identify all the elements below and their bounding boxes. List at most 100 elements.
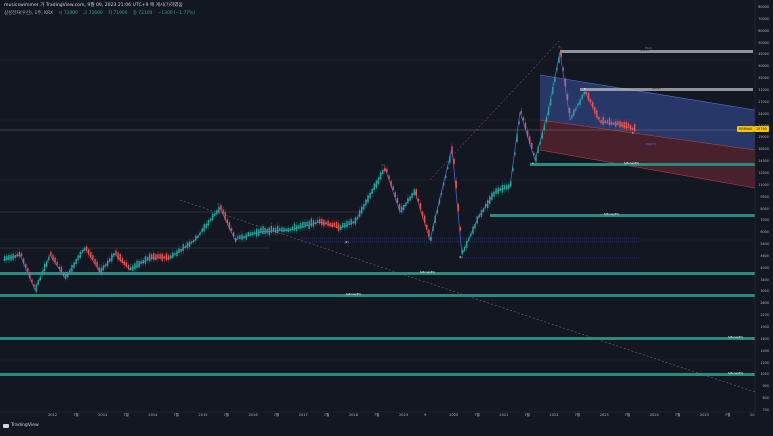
candle-body <box>440 192 443 195</box>
price-axis[interactable]: 80000 70000 60000 50000 45000 40000 35000 31000… <box>753 0 773 432</box>
candle-body <box>514 152 516 155</box>
x-tick-label: 7월 <box>123 413 129 417</box>
candle-body <box>283 227 285 233</box>
candle-body <box>543 124 546 131</box>
y-tick-label: 31000 <box>758 87 769 92</box>
x-tick-label: 7월 <box>323 413 330 417</box>
candle-body <box>459 227 462 231</box>
y-tick-label: 2600 <box>760 301 769 306</box>
candle-body <box>230 227 233 231</box>
candle-body <box>14 254 16 259</box>
candle-body <box>256 228 258 237</box>
candle-body <box>130 267 132 270</box>
candle-body <box>48 257 50 261</box>
candle-body <box>33 284 35 287</box>
candle-body <box>35 284 37 293</box>
ohlc-open: 시 72000 <box>58 11 78 16</box>
candle-body <box>505 184 508 190</box>
candle-body <box>453 158 455 164</box>
x-tick-label: 2025 <box>699 413 709 417</box>
channel-label-2: Fib(0.5) <box>646 143 656 146</box>
x-tick-label: 7월 <box>674 413 681 417</box>
symbol-name[interactable]: 삼성전자(우선), 1주, KRX <box>4 11 53 16</box>
candle-body <box>77 255 79 261</box>
candle-body <box>277 225 279 233</box>
candle-body <box>316 219 319 223</box>
y-tick-label: 35000 <box>758 76 769 81</box>
y-tick-label: 3000 <box>760 289 769 294</box>
candle-body <box>224 212 226 220</box>
candle-body <box>524 122 527 129</box>
candle-body <box>287 227 289 232</box>
candle-body <box>260 227 262 233</box>
candle-body <box>516 134 518 142</box>
candle-body <box>54 257 56 263</box>
candle-body <box>617 121 619 125</box>
candle-body <box>430 236 432 241</box>
candle-body <box>541 132 543 139</box>
wave-label-2: (2) <box>345 241 349 244</box>
candle-body <box>382 170 384 175</box>
candle-body <box>470 233 472 237</box>
candle-body <box>424 215 426 223</box>
candle-body <box>195 235 197 241</box>
candle-body <box>350 218 352 225</box>
y-tick-label: 70000 <box>758 16 769 21</box>
candle-body <box>178 248 180 253</box>
tradingview-logo[interactable]: TradingView <box>3 423 39 428</box>
candle-body <box>554 77 556 83</box>
candle-body <box>18 252 21 257</box>
x-tick-label: 7월 <box>373 413 380 417</box>
candle-body <box>193 239 195 243</box>
candle-body <box>199 232 201 236</box>
candle-body <box>115 250 117 255</box>
candle-body <box>85 246 88 252</box>
x-tick-label: 2024 <box>649 413 659 417</box>
candle-body <box>533 152 535 156</box>
zone-label-3: S/Zone(#5) <box>420 271 435 274</box>
candle-body <box>503 185 506 190</box>
candle-body <box>621 122 623 128</box>
candle-body <box>367 195 369 203</box>
candle-body <box>220 205 222 210</box>
candle-body <box>27 268 29 272</box>
candle-body <box>340 225 342 231</box>
ohlc-change: −1300 (−1.77%) <box>157 11 195 16</box>
candle-body <box>81 249 84 253</box>
zone-2 <box>490 214 755 217</box>
x-tick-label: 2015 <box>198 413 208 417</box>
candle-body <box>426 224 428 230</box>
candle-body <box>606 120 609 123</box>
candle-body <box>266 228 268 234</box>
candle-body <box>415 189 417 197</box>
candle-body <box>222 209 224 215</box>
candle-body <box>466 240 468 248</box>
candle-body <box>302 221 304 229</box>
candle-body <box>121 258 123 263</box>
candle-body <box>493 191 495 197</box>
candle-body <box>409 196 411 201</box>
candle-body <box>216 210 218 215</box>
candle-body <box>264 228 266 235</box>
candle-body <box>327 220 329 226</box>
y-tick-label: 21000 <box>758 123 769 128</box>
chart-area[interactable]: musicswimmer 가 TradingView.com, 9월 09, 2… <box>0 0 773 432</box>
y-tick-label: 45000 <box>758 52 769 57</box>
candle-body <box>361 206 363 214</box>
y-tick-label: 24000 <box>758 111 769 116</box>
x-tick-label: 2018 <box>348 413 358 417</box>
x-tick-label: 2014 <box>148 413 158 417</box>
candle-body <box>306 221 308 227</box>
candle-body <box>136 260 138 268</box>
x-tick-label: 7월 <box>223 413 230 417</box>
candle-body <box>144 256 147 264</box>
candle-body <box>151 254 153 260</box>
candle-body <box>627 123 630 128</box>
candle-body <box>109 258 111 262</box>
candle-body <box>289 228 291 231</box>
candle-body <box>529 136 531 144</box>
candle-body <box>352 221 354 224</box>
zone-label-4: S/Zone(#5) <box>346 293 361 296</box>
price-badge-name: RRRVAS <box>737 126 755 132</box>
candle-body <box>571 115 573 119</box>
